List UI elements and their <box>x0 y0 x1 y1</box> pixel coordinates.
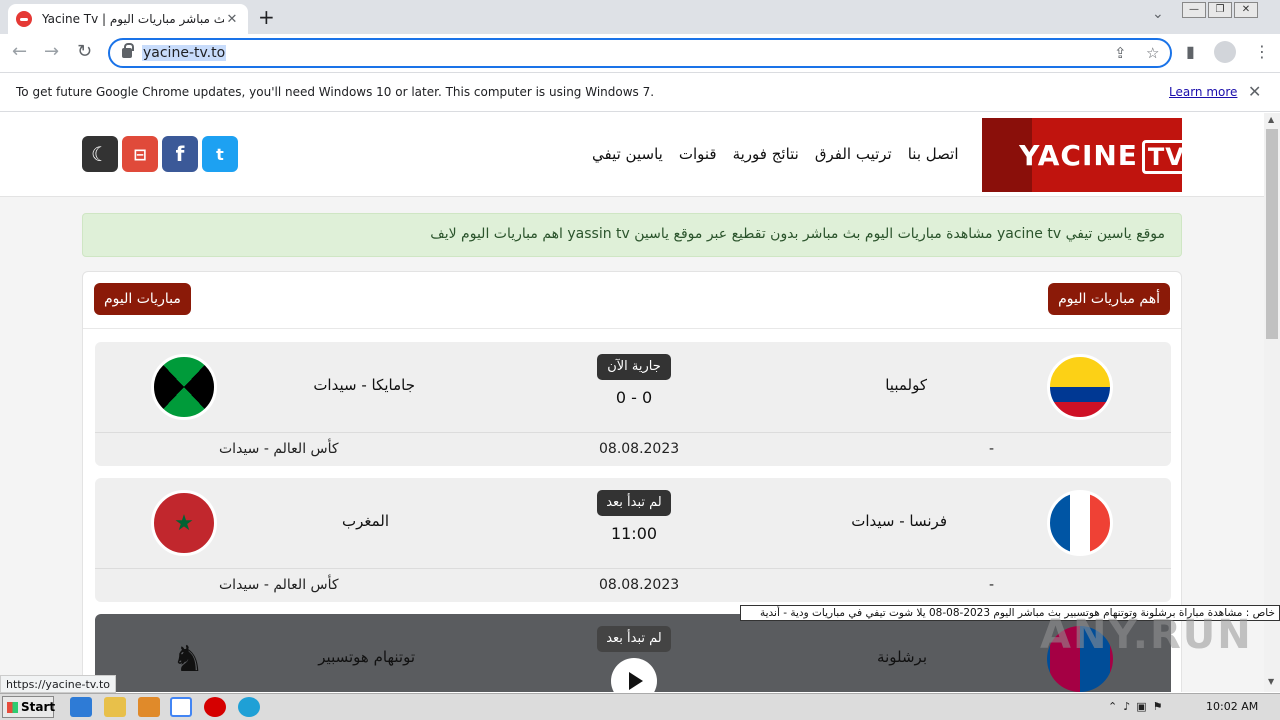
morocco-flag-icon: ★ <box>151 490 217 556</box>
menu-item-standings[interactable]: ترتيب الفرق <box>815 145 892 163</box>
tab-close-icon[interactable]: ✕ <box>224 12 240 27</box>
away-team-name: جامايكا - سيدات <box>313 376 415 394</box>
match-card[interactable]: فرنسا - سيدات لم تبدأ بعد 11:00 المغرب ★… <box>95 478 1171 602</box>
site-favicon-icon <box>16 11 32 27</box>
minimize-button[interactable]: — <box>1182 2 1206 18</box>
back-arrow-icon[interactable]: ← <box>12 41 27 62</box>
france-flag-icon <box>1047 490 1113 556</box>
infobar-message: To get future Google Chrome updates, you… <box>16 85 655 99</box>
scrollbar-thumb[interactable] <box>1266 129 1278 339</box>
infobar-close-icon[interactable]: ✕ <box>1248 82 1261 101</box>
flag-icon[interactable]: ⚑ <box>1153 700 1163 713</box>
menu-item-yacine-tv[interactable]: ياسين تيفي <box>592 145 663 163</box>
window-controls: — ❐ ✕ <box>1182 2 1258 18</box>
menu-item-contact[interactable]: اتصل بنا <box>908 145 959 163</box>
match-card[interactable]: برشلونة لم تبدأ بعد توتنهام هوتسبير ♞ <box>95 614 1171 692</box>
window-close-button[interactable]: ✕ <box>1234 2 1258 18</box>
restore-button[interactable]: ❐ <box>1208 2 1232 18</box>
site-notice: موقع ياسين تيفي yacine tv مشاهدة مباريات… <box>82 213 1182 257</box>
learn-more-link[interactable]: Learn more <box>1169 85 1237 99</box>
scroll-down-icon[interactable]: ▼ <box>1268 677 1274 686</box>
main-menu: ياسين تيفي قنوات نتائج فورية ترتيب الفرق… <box>592 145 958 163</box>
match-card[interactable]: كولمبيا جارية الآن 0 - 0 جامايكا - سيدات… <box>95 342 1171 466</box>
home-team-name: فرنسا - سيدات <box>851 512 947 530</box>
match-status-badge: جارية الآن <box>597 354 671 380</box>
away-team-name: المغرب <box>341 512 389 530</box>
match-competition: كأس العالم - سيدات <box>219 441 339 457</box>
match-date: 08.08.2023 <box>599 441 680 457</box>
match-status-badge: لم تبدأ بعد <box>597 490 671 516</box>
share-icon[interactable]: ⇪ <box>1114 44 1127 62</box>
browser-tab[interactable]: Yacine Tv | ياسين تيفي بث مباشر مباريات … <box>8 4 248 34</box>
facebook-icon[interactable]: f <box>162 136 198 172</box>
logo-text: YACINE <box>1019 138 1138 172</box>
tray-arrow-icon[interactable]: ⌃ <box>1108 700 1117 713</box>
social-buttons: ☾ ⊟ f t <box>82 136 238 172</box>
media-player-icon[interactable] <box>138 697 160 717</box>
tottenham-crest-icon: ♞ <box>171 638 205 680</box>
url-text[interactable]: yacine-tv.to <box>142 45 227 61</box>
match-status-badge: لم تبدأ بعد <box>597 626 671 652</box>
new-tab-button[interactable]: + <box>258 5 275 29</box>
logo-tv-text: TV <box>1141 139 1191 174</box>
volume-icon[interactable]: ♪ <box>1123 700 1130 713</box>
bookmark-star-icon[interactable]: ☆ <box>1146 44 1159 62</box>
tab-search-chevron-icon[interactable]: ⌄ <box>1152 6 1164 22</box>
match-score: 0 - 0 <box>615 388 653 407</box>
anyrun-watermark: ANY.RUN <box>1040 612 1253 658</box>
windows-taskbar: Start ⌃ ♪ ▣ ⚑ 10:02 AM <box>0 693 1280 720</box>
taskbar-clock: 10:02 AM <box>1206 700 1259 713</box>
scroll-up-icon[interactable]: ▲ <box>1268 115 1274 124</box>
top-matches-tab[interactable]: أهم مباريات اليوم <box>1048 283 1170 315</box>
twitter-icon[interactable]: t <box>202 136 238 172</box>
menu-item-live-results[interactable]: نتائج فورية <box>733 145 799 163</box>
play-video-button[interactable] <box>611 658 657 692</box>
match-time: 11:00 <box>610 524 658 543</box>
matches-box-header: مباريات اليوم أهم مباريات اليوم <box>83 272 1181 329</box>
match-channel: - <box>989 577 995 593</box>
site-logo[interactable]: YACINE TV <box>982 118 1191 192</box>
forward-arrow-icon[interactable]: → <box>44 41 59 62</box>
tab-title: Yacine Tv | ياسين تيفي بث مباشر مباريات … <box>42 12 224 26</box>
update-infobar: To get future Google Chrome updates, you… <box>0 72 1280 112</box>
match-competition: كأس العالم - سيدات <box>219 577 339 593</box>
match-date: 08.08.2023 <box>599 577 680 593</box>
network-icon[interactable]: ▣ <box>1136 700 1146 713</box>
profile-avatar-icon[interactable] <box>1214 41 1236 63</box>
home-team-name: كولمبيا <box>885 376 927 394</box>
jamaica-flag-icon <box>151 354 217 420</box>
dark-mode-moon-icon[interactable]: ☾ <box>82 136 118 172</box>
start-button[interactable]: Start <box>2 696 55 718</box>
address-bar[interactable]: yacine-tv.to ⇪ ☆ <box>108 38 1172 68</box>
store-icon[interactable]: ⊟ <box>122 136 158 172</box>
home-team-name: برشلونة <box>877 648 927 666</box>
lock-icon[interactable] <box>122 43 134 58</box>
browser-toolbar: ← → ↻ yacine-tv.to ⇪ ☆ ▮ ⋮ <box>0 34 1280 72</box>
colombia-flag-icon <box>1047 354 1113 420</box>
ie-icon[interactable] <box>70 697 92 717</box>
edge-icon[interactable] <box>238 697 260 717</box>
menu-kebab-icon[interactable]: ⋮ <box>1254 42 1270 61</box>
reload-icon[interactable]: ↻ <box>77 41 92 62</box>
explorer-folder-icon[interactable] <box>104 697 126 717</box>
side-panel-icon[interactable]: ▮ <box>1186 42 1195 61</box>
menu-item-channels[interactable]: قنوات <box>679 145 717 163</box>
site-header: YACINE TV ياسين تيفي قنوات نتائج فورية تر… <box>0 113 1264 197</box>
system-tray: ⌃ ♪ ▣ ⚑ <box>1108 700 1163 713</box>
tab-strip: Yacine Tv | ياسين تيفي بث مباشر مباريات … <box>0 0 1280 34</box>
away-team-name: توتنهام هوتسبير <box>318 648 415 666</box>
today-matches-tab[interactable]: مباريات اليوم <box>94 283 191 315</box>
match-channel: - <box>989 441 995 457</box>
status-bar-url: https://yacine-tv.to <box>0 675 117 693</box>
matches-box: مباريات اليوم أهم مباريات اليوم كولمبيا … <box>82 271 1182 692</box>
opera-icon[interactable] <box>204 697 226 717</box>
chrome-icon[interactable] <box>170 697 192 717</box>
